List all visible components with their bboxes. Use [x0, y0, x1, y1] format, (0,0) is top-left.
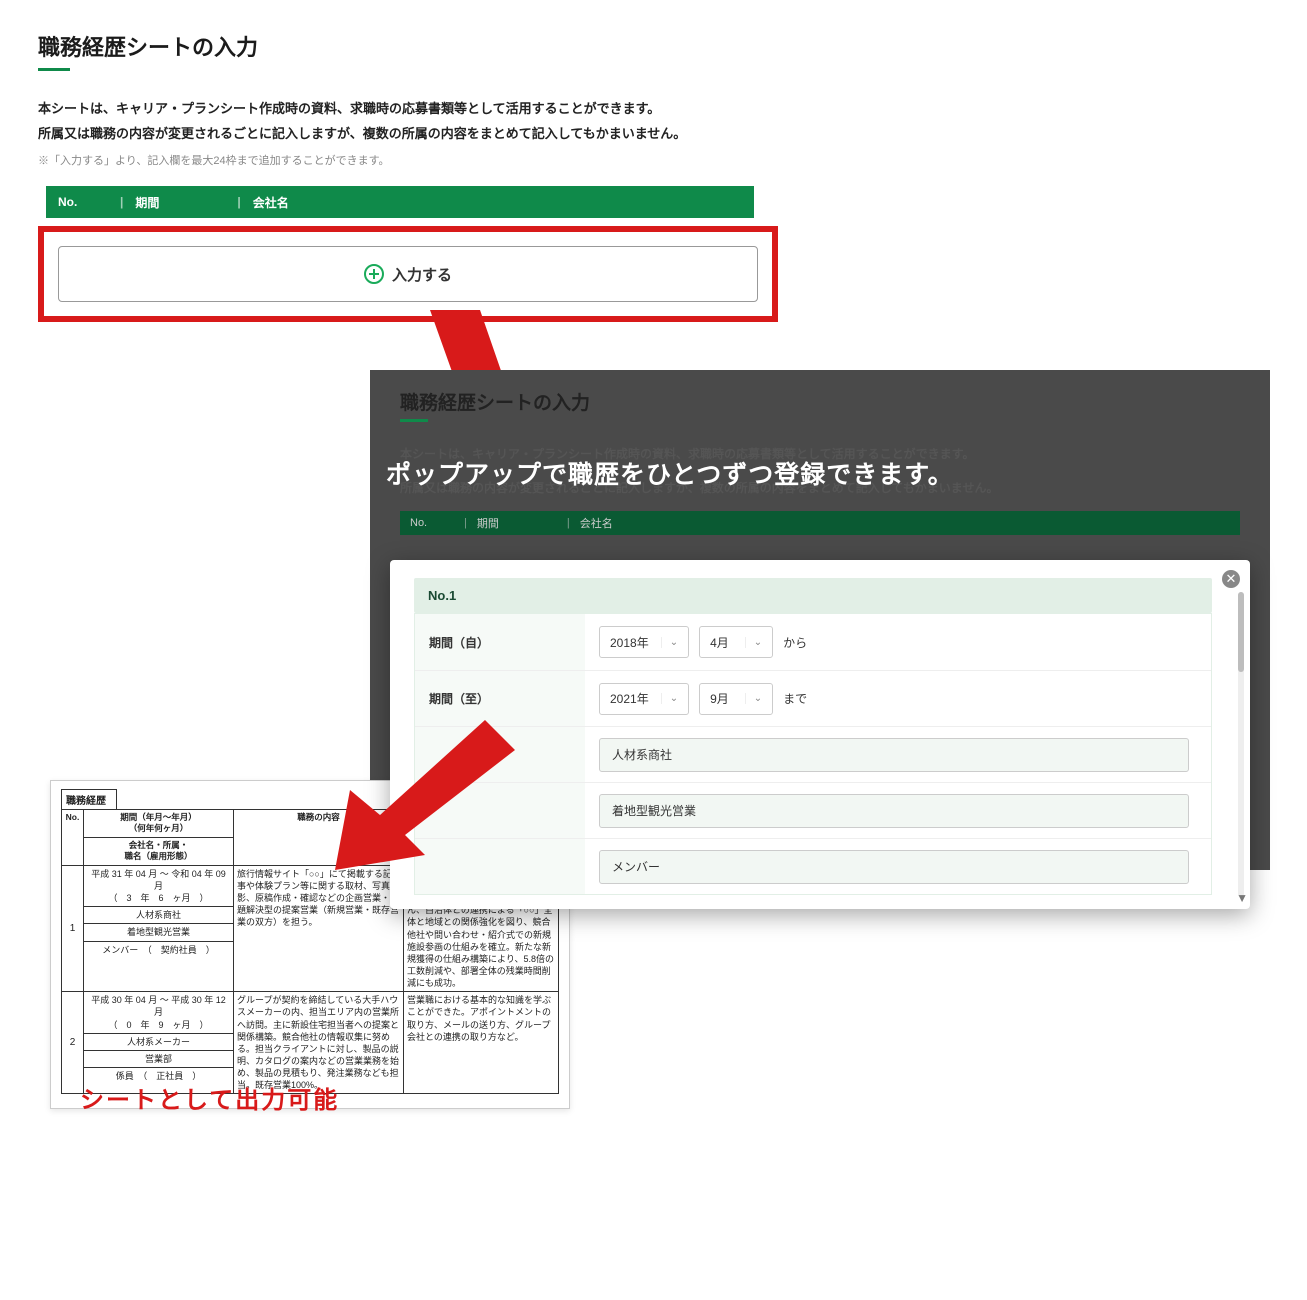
from-year-select[interactable]: 2018年 ⌄ — [599, 626, 689, 658]
bg-header-no: No. — [410, 517, 454, 529]
description-line-1: 本シートは、キャリア・プランシート作成時の資料、求職時の応募書類等として活用する… — [38, 97, 778, 122]
plus-icon — [364, 264, 384, 284]
form-row-role — [415, 838, 1211, 894]
input-button-highlight: 入力する — [38, 226, 778, 322]
sheet-row-company: 人材系メーカー — [84, 1033, 233, 1050]
bg-table-header: No. | 期間 | 会社名 — [400, 511, 1240, 535]
sheet-row-company: 人材系商社 — [84, 906, 233, 923]
sheet-row-no: 2 — [62, 992, 84, 1094]
add-entry-button-label: 入力する — [392, 264, 452, 285]
sheet-row-content: 旅行情報サイト「○○」にて掲載する記事や体験プラン等に関する取材、写真撮影、原稿… — [234, 865, 404, 991]
close-icon: ✕ — [1226, 571, 1237, 586]
period-from-label: 期間（自） — [415, 614, 585, 670]
sheet-row-no: 1 — [62, 865, 84, 991]
company-input[interactable] — [599, 738, 1189, 772]
sheet-head-period: 期間（年月～年月） （何年何ヶ月） — [84, 810, 234, 838]
bg-title-underline — [400, 419, 428, 422]
to-suffix: まで — [783, 690, 807, 707]
sheet-row-dept: 着地型観光営業 — [84, 923, 233, 940]
header-col-company: 会社名 — [253, 194, 289, 211]
sheet-row-period: 平成 30 年 04 月 ～ 平成 30 年 12 月 （ 0 年 9 ヶ月 ） — [84, 992, 233, 1032]
sheet-row-content: グループが契約を締結している大手ハウスメーカーの内、担当エリア内の営業所へ訪問。… — [234, 992, 404, 1094]
close-button[interactable]: ✕ — [1222, 570, 1240, 588]
note-text: ※「入力する」より、記入欄を最大24枠まで追加することができます。 — [38, 152, 778, 168]
from-suffix: から — [783, 634, 807, 651]
chevron-down-icon: ⌄ — [661, 693, 678, 704]
bg-header-company: 会社名 — [580, 515, 613, 531]
table-header: No. | 期間 | 会社名 — [46, 186, 754, 218]
sheet-head-company: 会社名・所属・ 職名（雇用形態） — [84, 837, 234, 865]
title-underline — [38, 68, 70, 71]
chevron-down-icon: ⌄ — [745, 693, 762, 704]
sheet-row-role: メンバー （ 契約社員 ） — [84, 941, 233, 958]
add-entry-button[interactable]: 入力する — [58, 246, 758, 302]
role-input[interactable] — [599, 850, 1189, 884]
sheet-output-caption: シートとして出力可能 — [80, 1080, 339, 1115]
from-month-value: 4月 — [710, 634, 729, 651]
sheet-row-dept: 営業部 — [84, 1050, 233, 1067]
entry-popup-dialog: ✕ ▼ No.1 期間（自） 2018年 ⌄ 4月 ⌄ から 期間（至） — [390, 560, 1250, 909]
sheet-title: 職務経歴 — [61, 789, 117, 809]
to-year-select[interactable]: 2021年 ⌄ — [599, 683, 689, 715]
to-year-value: 2021年 — [610, 690, 649, 707]
sheet-head-no: No. — [62, 810, 84, 866]
header-col-no: No. — [58, 195, 108, 209]
sheet-row-period: 平成 31 年 04 月 ～ 令和 04 年 09 月 （ 3 年 6 ヶ月 ） — [84, 866, 233, 906]
entry-number-header: No.1 — [414, 578, 1212, 613]
period-to-label: 期間（至） — [415, 671, 585, 726]
popup-caption: ポップアップで職歴をひとつずつ登録できます。 — [386, 455, 954, 491]
to-month-select[interactable]: 9月 ⌄ — [699, 683, 773, 715]
dept-input[interactable] — [599, 794, 1189, 828]
header-col-period: 期間 — [135, 194, 225, 211]
chevron-down-icon: ⌄ — [661, 637, 678, 648]
chevron-down-icon: ⌄ — [745, 637, 762, 648]
from-year-value: 2018年 — [610, 634, 649, 651]
from-month-select[interactable]: 4月 ⌄ — [699, 626, 773, 658]
bg-header-period: 期間 — [477, 515, 557, 531]
header-separator: | — [120, 195, 123, 209]
scrollbar-down-icon[interactable]: ▼ — [1236, 891, 1248, 905]
scrollbar-thumb[interactable] — [1238, 592, 1244, 672]
bg-page-title: 職務経歴シートの入力 — [400, 388, 1240, 415]
header-separator: | — [237, 195, 240, 209]
sheet-row-learned: 営業職における基本的な知識を学ぶことができた。アポイントメントの取り方、メールの… — [404, 992, 559, 1094]
form-row-period-to: 期間（至） 2021年 ⌄ 9月 ⌄ まで — [415, 670, 1211, 726]
job-history-input-panel: 職務経歴シートの入力 本シートは、キャリア・プランシート作成時の資料、求職時の応… — [38, 30, 778, 322]
form-row-company — [415, 726, 1211, 782]
form-row-period-from: 期間（自） 2018年 ⌄ 4月 ⌄ から — [415, 614, 1211, 670]
arrow-to-sheet — [335, 720, 515, 870]
form-row-dept — [415, 782, 1211, 838]
page-title: 職務経歴シートの入力 — [38, 30, 778, 62]
sheet-row: 2 平成 30 年 04 月 ～ 平成 30 年 12 月 （ 0 年 9 ヶ月… — [62, 992, 559, 1094]
description-line-2: 所属又は職務の内容が変更されるごとに記入しますが、複数の所属の内容をまとめて記入… — [38, 122, 778, 147]
to-month-value: 9月 — [710, 690, 729, 707]
